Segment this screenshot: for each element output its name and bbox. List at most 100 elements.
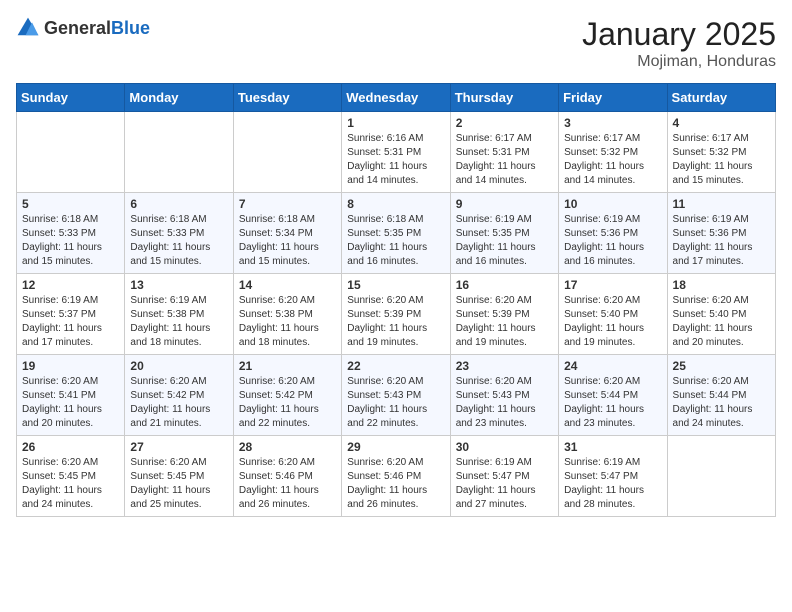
page-header: GeneralBlue January 2025 Mojiman, Hondur… bbox=[16, 16, 776, 71]
day-number: 2 bbox=[456, 116, 553, 130]
day-info: Sunrise: 6:20 AMSunset: 5:45 PMDaylight:… bbox=[130, 456, 227, 512]
day-info: Sunrise: 6:17 AMSunset: 5:32 PMDaylight:… bbox=[673, 132, 770, 188]
calendar-cell bbox=[667, 436, 775, 517]
calendar-cell: 20Sunrise: 6:20 AMSunset: 5:42 PMDayligh… bbox=[125, 355, 233, 436]
calendar-cell: 23 Sunrise: 6:20 AMSunset: 5:43 PMDayligh… bbox=[450, 355, 558, 436]
day-info: Sunrise: 6:20 AMSunset: 5:46 PMDaylight:… bbox=[239, 456, 336, 512]
day-number: 8 bbox=[347, 197, 444, 211]
calendar-cell: 21 Sunrise: 6:20 AMSunset: 5:42 PMDayligh… bbox=[233, 355, 341, 436]
day-number: 12 bbox=[22, 278, 119, 292]
day-info: Sunrise: 6:20 AMSunset: 5:42 PMDaylight:… bbox=[239, 375, 336, 431]
day-info: Sunrise: 6:18 AMSunset: 5:33 PMDaylight:… bbox=[130, 213, 227, 269]
day-info: Sunrise: 6:20 AMSunset: 5:44 PMDaylight:… bbox=[673, 375, 770, 431]
logo-general: General bbox=[44, 18, 111, 38]
day-of-week-header: Monday bbox=[125, 84, 233, 112]
day-of-week-header: Wednesday bbox=[342, 84, 450, 112]
calendar-week-row: 19Sunrise: 6:20 AMSunset: 5:41 PMDayligh… bbox=[17, 355, 776, 436]
day-number: 6 bbox=[130, 197, 227, 211]
day-number: 3 bbox=[564, 116, 661, 130]
calendar-cell: 27 Sunrise: 6:20 AMSunset: 5:45 PMDayligh… bbox=[125, 436, 233, 517]
day-number: 30 bbox=[456, 440, 553, 454]
calendar-cell: 6 Sunrise: 6:18 AMSunset: 5:33 PMDaylight… bbox=[125, 193, 233, 274]
calendar-cell: 9 Sunrise: 6:19 AMSunset: 5:35 PMDaylight… bbox=[450, 193, 558, 274]
calendar-cell: 16 Sunrise: 6:20 AMSunset: 5:39 PMDayligh… bbox=[450, 274, 558, 355]
title-block: January 2025 Mojiman, Honduras bbox=[582, 16, 776, 71]
calendar-cell: 26 Sunrise: 6:20 AMSunset: 5:45 PMDayligh… bbox=[17, 436, 125, 517]
calendar-week-row: 26 Sunrise: 6:20 AMSunset: 5:45 PMDayligh… bbox=[17, 436, 776, 517]
day-info: Sunrise: 6:20 AMSunset: 5:39 PMDaylight:… bbox=[456, 294, 553, 350]
day-info: Sunrise: 6:16 AMSunset: 5:31 PMDaylight:… bbox=[347, 132, 444, 188]
calendar-cell: 13 Sunrise: 6:19 AMSunset: 5:38 PMDayligh… bbox=[125, 274, 233, 355]
calendar-cell: 1 Sunrise: 6:16 AMSunset: 5:31 PMDaylight… bbox=[342, 112, 450, 193]
day-number: 10 bbox=[564, 197, 661, 211]
day-number: 20 bbox=[130, 359, 227, 373]
day-info: Sunrise: 6:19 AMSunset: 5:38 PMDaylight:… bbox=[130, 294, 227, 350]
day-of-week-header: Tuesday bbox=[233, 84, 341, 112]
calendar-cell: 2 Sunrise: 6:17 AMSunset: 5:31 PMDaylight… bbox=[450, 112, 558, 193]
day-info: Sunrise: 6:18 AMSunset: 5:34 PMDaylight:… bbox=[239, 213, 336, 269]
calendar-cell: 30 Sunrise: 6:19 AMSunset: 5:47 PMDayligh… bbox=[450, 436, 558, 517]
day-info: Sunrise: 6:20 AMSunset: 5:43 PMDaylight:… bbox=[347, 375, 444, 431]
logo-icon bbox=[16, 16, 40, 40]
calendar-cell: 24 Sunrise: 6:20 AMSunset: 5:44 PMDayligh… bbox=[559, 355, 667, 436]
calendar-cell: 17Sunrise: 6:20 AMSunset: 5:40 PMDayligh… bbox=[559, 274, 667, 355]
day-info: Sunrise: 6:19 AMSunset: 5:37 PMDaylight:… bbox=[22, 294, 119, 350]
logo: GeneralBlue bbox=[16, 16, 150, 40]
day-info: Sunrise: 6:20 AMSunset: 5:40 PMDaylight:… bbox=[673, 294, 770, 350]
location-title: Mojiman, Honduras bbox=[582, 53, 776, 71]
day-number: 24 bbox=[564, 359, 661, 373]
calendar-cell: 10 Sunrise: 6:19 AMSunset: 5:36 PMDayligh… bbox=[559, 193, 667, 274]
calendar-cell: 7 Sunrise: 6:18 AMSunset: 5:34 PMDaylight… bbox=[233, 193, 341, 274]
day-number: 27 bbox=[130, 440, 227, 454]
day-number: 11 bbox=[673, 197, 770, 211]
day-number: 28 bbox=[239, 440, 336, 454]
day-number: 7 bbox=[239, 197, 336, 211]
day-info: Sunrise: 6:19 AMSunset: 5:35 PMDaylight:… bbox=[456, 213, 553, 269]
day-info: Sunrise: 6:17 AMSunset: 5:31 PMDaylight:… bbox=[456, 132, 553, 188]
day-info: Sunrise: 6:19 AMSunset: 5:47 PMDaylight:… bbox=[456, 456, 553, 512]
day-number: 1 bbox=[347, 116, 444, 130]
day-number: 25 bbox=[673, 359, 770, 373]
calendar-cell: 14 Sunrise: 6:20 AMSunset: 5:38 PMDayligh… bbox=[233, 274, 341, 355]
day-info: Sunrise: 6:19 AMSunset: 5:36 PMDaylight:… bbox=[564, 213, 661, 269]
logo-blue: Blue bbox=[111, 18, 150, 38]
day-number: 14 bbox=[239, 278, 336, 292]
calendar-cell bbox=[17, 112, 125, 193]
day-info: Sunrise: 6:20 AMSunset: 5:44 PMDaylight:… bbox=[564, 375, 661, 431]
calendar-week-row: 12 Sunrise: 6:19 AMSunset: 5:37 PMDayligh… bbox=[17, 274, 776, 355]
day-info: Sunrise: 6:20 AMSunset: 5:43 PMDaylight:… bbox=[456, 375, 553, 431]
day-info: Sunrise: 6:20 AMSunset: 5:40 PMDaylight:… bbox=[564, 294, 661, 350]
calendar-week-row: 5 Sunrise: 6:18 AMSunset: 5:33 PMDaylight… bbox=[17, 193, 776, 274]
calendar-cell: 22Sunrise: 6:20 AMSunset: 5:43 PMDayligh… bbox=[342, 355, 450, 436]
day-number: 9 bbox=[456, 197, 553, 211]
calendar-cell: 3 Sunrise: 6:17 AMSunset: 5:32 PMDaylight… bbox=[559, 112, 667, 193]
calendar-cell: 25 Sunrise: 6:20 AMSunset: 5:44 PMDayligh… bbox=[667, 355, 775, 436]
day-number: 5 bbox=[22, 197, 119, 211]
day-of-week-header: Saturday bbox=[667, 84, 775, 112]
day-info: Sunrise: 6:20 AMSunset: 5:46 PMDaylight:… bbox=[347, 456, 444, 512]
day-info: Sunrise: 6:20 AMSunset: 5:39 PMDaylight:… bbox=[347, 294, 444, 350]
day-number: 26 bbox=[22, 440, 119, 454]
calendar-header-row: SundayMondayTuesdayWednesdayThursdayFrid… bbox=[17, 84, 776, 112]
calendar-table: SundayMondayTuesdayWednesdayThursdayFrid… bbox=[16, 83, 776, 517]
day-number: 23 bbox=[456, 359, 553, 373]
day-number: 13 bbox=[130, 278, 227, 292]
calendar-cell: 5Sunrise: 6:18 AMSunset: 5:33 PMDaylight… bbox=[17, 193, 125, 274]
day-of-week-header: Thursday bbox=[450, 84, 558, 112]
day-info: Sunrise: 6:17 AMSunset: 5:32 PMDaylight:… bbox=[564, 132, 661, 188]
day-number: 4 bbox=[673, 116, 770, 130]
day-info: Sunrise: 6:20 AMSunset: 5:45 PMDaylight:… bbox=[22, 456, 119, 512]
day-number: 29 bbox=[347, 440, 444, 454]
calendar-cell: 18Sunrise: 6:20 AMSunset: 5:40 PMDayligh… bbox=[667, 274, 775, 355]
day-number: 21 bbox=[239, 359, 336, 373]
calendar-cell: 19Sunrise: 6:20 AMSunset: 5:41 PMDayligh… bbox=[17, 355, 125, 436]
day-info: Sunrise: 6:19 AMSunset: 5:47 PMDaylight:… bbox=[564, 456, 661, 512]
day-of-week-header: Sunday bbox=[17, 84, 125, 112]
calendar-cell: 15Sunrise: 6:20 AMSunset: 5:39 PMDayligh… bbox=[342, 274, 450, 355]
day-number: 16 bbox=[456, 278, 553, 292]
month-title: January 2025 bbox=[582, 16, 776, 53]
calendar-cell bbox=[125, 112, 233, 193]
calendar-cell: 29 Sunrise: 6:20 AMSunset: 5:46 PMDayligh… bbox=[342, 436, 450, 517]
day-info: Sunrise: 6:20 AMSunset: 5:38 PMDaylight:… bbox=[239, 294, 336, 350]
day-number: 31 bbox=[564, 440, 661, 454]
